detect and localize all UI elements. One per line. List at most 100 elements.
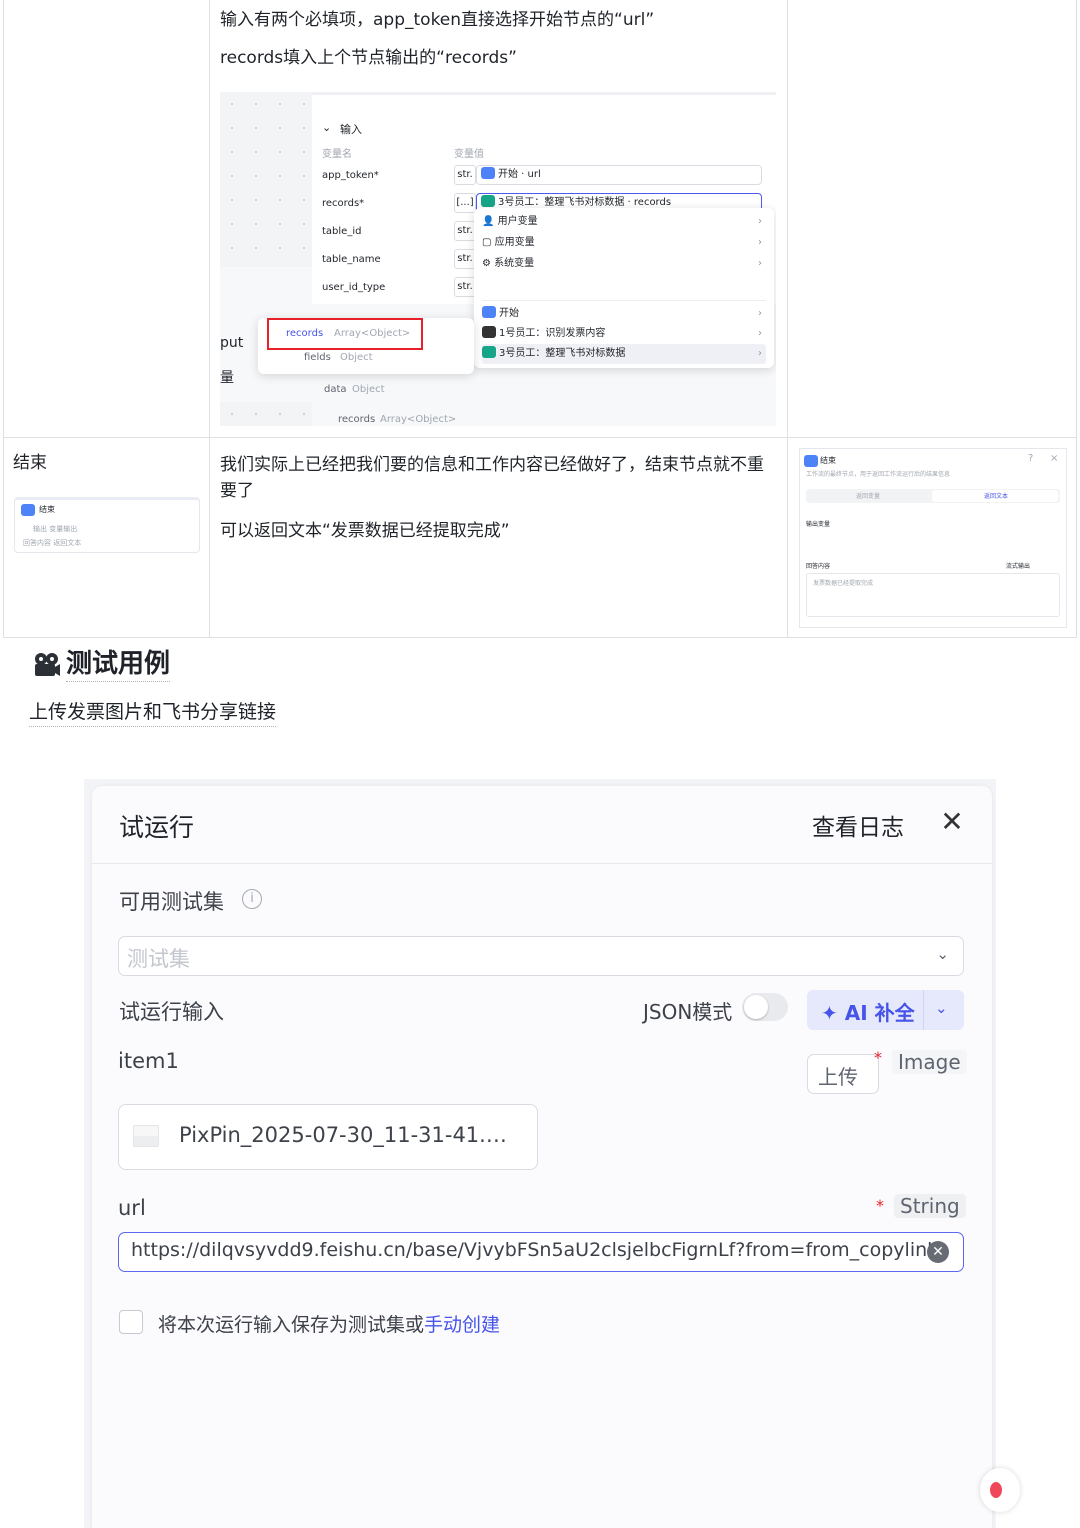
help-icon[interactable]: ? — [1028, 453, 1033, 464]
json-mode-toggle[interactable] — [742, 993, 788, 1021]
json-mode-label: JSON模式 — [643, 1000, 733, 1024]
info-icon[interactable]: i — [242, 889, 262, 909]
output-vars-section: 输出变量 — [806, 521, 831, 528]
upload-button[interactable]: 上传 — [807, 1054, 879, 1094]
close-icon[interactable]: ✕ — [938, 808, 966, 836]
url-input[interactable]: https://dilqvsyvdd9.feishu.cn/base/Vjvyb… — [118, 1232, 964, 1272]
picker-item-type: Object — [340, 352, 373, 363]
chevron-right-icon: › — [758, 216, 762, 227]
variable-dropdown: 👤 用户变量 › ▢ 应用变量 › ⚙ 系统变量 › 开始 › 1号员工：识别发票内容 ›… — [474, 208, 774, 368]
section-subtitle: 上传发票图片和飞书分享链接 — [29, 698, 277, 727]
start-node-icon — [481, 167, 495, 179]
start-node-icon — [482, 306, 496, 318]
param-value: 开始 · url — [498, 169, 541, 180]
end-node-title: 结束 — [39, 505, 55, 514]
answer-section: 回答内容 — [806, 563, 831, 570]
chevron-down-icon[interactable]: ⌄ — [935, 999, 948, 1017]
row2-text-2: 可以返回文本“发票数据已经提取完成” — [220, 521, 510, 541]
end-label: 结束 — [13, 453, 47, 473]
end-node-icon — [804, 455, 818, 467]
end-config-desc: 工作流的最终节点，用于返回工作流运行后的结果信息 — [806, 471, 951, 478]
input-section-title: 输入 — [340, 123, 362, 136]
end-config-title: 结束 — [820, 456, 836, 465]
testset-select[interactable]: 测试集 ⌄ — [118, 936, 964, 976]
uploaded-file[interactable]: PixPin_2025-07-30_11-31-41.… — [118, 1104, 538, 1170]
close-icon[interactable]: × — [1050, 453, 1058, 464]
tree-item-type: Object — [352, 384, 385, 395]
panel-header: 试运行 查看日志 ✕ — [92, 786, 992, 864]
type-chip: str. — [454, 221, 476, 241]
manual-create-link[interactable]: 手动创建 — [424, 1314, 500, 1336]
dropdown-item[interactable]: 开始 › — [482, 304, 766, 324]
table-border — [3, 0, 4, 638]
toggle-knob — [744, 995, 768, 1019]
save-testset-checkbox[interactable] — [119, 1310, 143, 1334]
ai-complete-label: ✦ AI 补全 — [821, 997, 915, 1026]
film-camera-icon — [35, 653, 60, 676]
param-value-input[interactable]: 开始 · url — [476, 165, 762, 185]
dropdown-item[interactable]: ⚙ 系统变量 › — [482, 254, 766, 274]
assistant-dot — [990, 1482, 1002, 1498]
file-name: PixPin_2025-07-30_11-31-41.… — [179, 1123, 507, 1147]
canvas-grid — [220, 92, 312, 267]
section-heading: 测试用例 — [66, 647, 171, 682]
ai-complete-text: AI 补全 — [844, 1001, 915, 1025]
dropdown-item[interactable]: ▢ 应用变量 › — [482, 233, 766, 253]
chevron-right-icon: › — [758, 258, 762, 269]
param-name: records* — [322, 198, 365, 209]
tree-item-type: Array<Object> — [380, 414, 457, 425]
dropdown-item-label: 应用变量 — [494, 237, 535, 248]
row1-text-1: 输入有两个必填项，app_token直接选择开始节点的“url” — [220, 10, 655, 30]
type-chip: str. — [454, 277, 476, 297]
image-file-icon — [133, 1125, 159, 1147]
end-node-line: 回答内容 返回文本 — [23, 539, 82, 547]
param-value: 3号员工：整理飞书对标数据 · records — [498, 197, 672, 208]
url-value: https://dilqvsyvdd9.feishu.cn/base/Vjvyb… — [131, 1239, 939, 1261]
type-chip: [...] — [454, 193, 476, 213]
dropdown-item-label: 开始 — [499, 308, 519, 319]
param-name: user_id_type — [322, 282, 386, 293]
ai-complete-button[interactable]: ✦ AI 补全 ⌄ — [807, 990, 964, 1030]
type-chip: str. — [454, 249, 476, 269]
dropdown-item[interactable]: 3号员工：整理飞书对标数据 › — [482, 344, 766, 364]
tree-item-records: records — [338, 414, 376, 425]
table-border — [3, 437, 1077, 438]
node-config-screenshot: put 量 ⌄ 输入 变量名 变量值 app_token* records* t… — [220, 92, 776, 426]
view-log-button[interactable]: 查看日志 — [812, 808, 904, 842]
chevron-right-icon: › — [758, 308, 762, 319]
table-border — [3, 637, 1077, 638]
row1-text-2: records填入上个节点输出的“records” — [220, 48, 517, 68]
tab-return-vars[interactable]: 返回变量 — [856, 491, 880, 500]
highlight-box — [267, 318, 423, 350]
param-name: table_id — [322, 226, 362, 237]
table-border — [209, 0, 210, 638]
dropdown-item[interactable]: 1号员工：识别发票内容 › — [482, 324, 766, 344]
answer-textarea[interactable]: 发票数据已经提取完成 — [806, 573, 1060, 617]
chevron-down-icon[interactable]: ⌄ — [322, 121, 331, 134]
chevron-right-icon: › — [758, 237, 762, 248]
chevron-right-icon: › — [758, 328, 762, 339]
button-divider — [923, 990, 924, 1030]
llm-node-icon — [482, 326, 496, 338]
stream-output-label: 流式输出 — [1006, 563, 1031, 570]
table-border — [787, 0, 788, 638]
tab-return-text[interactable]: 返回文本 — [984, 491, 1008, 500]
required-mark: * — [876, 1196, 884, 1215]
required-mark: * — [874, 1048, 882, 1067]
testset-label: 可用测试集 — [119, 890, 224, 914]
end-node-screenshot: 结束 输出 变量输出 回答内容 返回文本 — [14, 497, 200, 553]
col-value-header: 变量值 — [454, 149, 484, 160]
clear-icon[interactable]: ✕ — [927, 1241, 949, 1263]
type-chip: str. — [454, 165, 476, 185]
end-node-line: 输出 变量输出 — [33, 525, 78, 533]
picker-item-fields[interactable]: fields — [304, 352, 331, 363]
input-label: 试运行输入 — [119, 1000, 224, 1024]
panel-title: 试运行 — [119, 813, 195, 842]
save-testset-text: 将本次运行输入保存为测试集或手动创建 — [158, 1310, 500, 1337]
floating-assistant-icon[interactable] — [980, 1468, 1020, 1512]
chevron-right-icon: › — [758, 348, 762, 359]
param-name: table_name — [322, 254, 381, 265]
sparkle-icon: ✦ — [821, 1001, 838, 1025]
cut-label: put — [220, 335, 244, 351]
dropdown-item[interactable]: 👤 用户变量 › — [482, 212, 766, 232]
